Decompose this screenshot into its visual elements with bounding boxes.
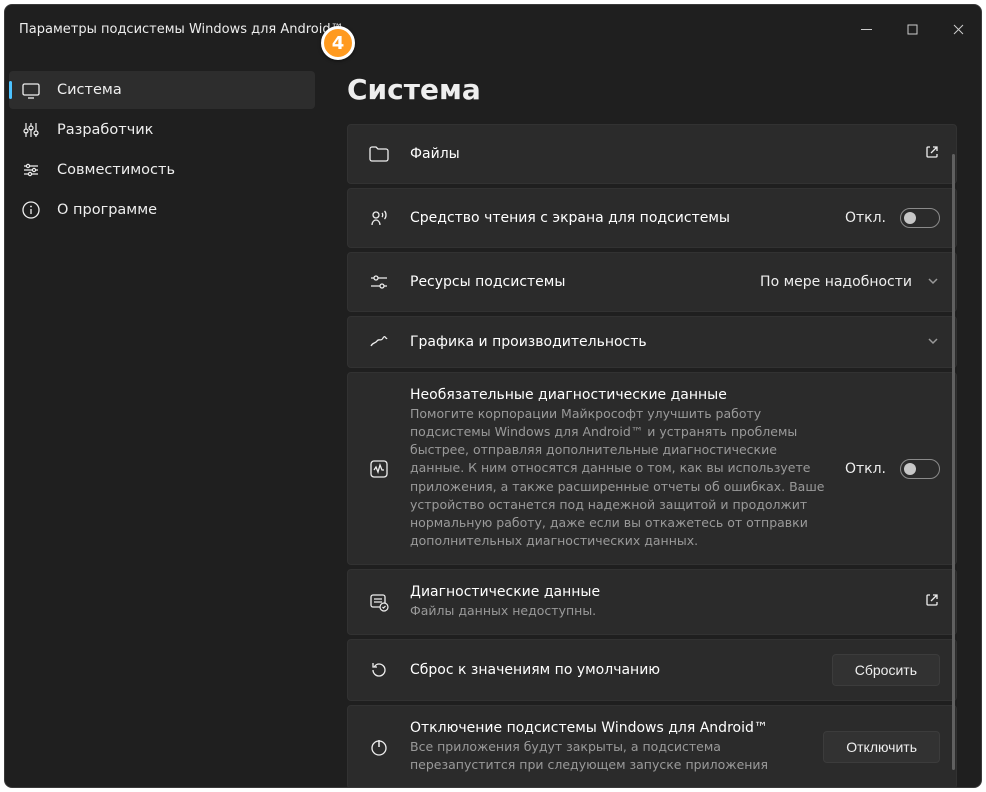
diagnostic-data-icon — [368, 591, 390, 613]
maximize-icon — [907, 24, 918, 35]
open-external-icon — [924, 592, 940, 612]
sidebar-item-label: Совместимость — [57, 162, 175, 178]
open-external-icon — [924, 144, 940, 164]
chevron-down-icon — [926, 273, 940, 292]
card-desc-label: Все приложения будут закрыты, а подсисте… — [410, 738, 790, 774]
sidebar-item-label: О программе — [57, 202, 157, 218]
card-files[interactable]: Файлы — [347, 124, 957, 184]
sidebar-item-developer[interactable]: Разработчик — [9, 111, 315, 149]
card-resources[interactable]: Ресурсы подсистемы По мере надобности — [347, 252, 957, 312]
sidebar-item-label: Система — [57, 82, 122, 98]
sidebar-item-about[interactable]: О программе — [9, 191, 315, 229]
body: Система Разработчик Совместимость О прог… — [5, 53, 981, 787]
card-title-label: Диагностические данные — [410, 584, 904, 600]
page-title: Система — [319, 53, 975, 124]
sidebar-item-compatibility[interactable]: Совместимость — [9, 151, 315, 189]
card-title-label: Файлы — [410, 146, 904, 162]
scrollbar[interactable] — [952, 154, 955, 770]
tools-icon — [21, 120, 41, 140]
chevron-down-icon — [926, 333, 940, 352]
card-optional-diagnostics[interactable]: Необязательные диагностические данные По… — [347, 372, 957, 565]
narrator-icon — [368, 207, 390, 229]
card-title-label: Ресурсы подсистемы — [410, 274, 740, 290]
main: Система Файлы — [319, 53, 981, 787]
window-title: Параметры подсистемы Windows для Android… — [19, 22, 344, 37]
card-reset: Сброс к значениям по умолчанию Сбросить — [347, 639, 957, 701]
toggle-status: Откл. — [845, 210, 886, 226]
sidebar: Система Разработчик Совместимость О прог… — [5, 53, 319, 787]
app-window: Параметры подсистемы Windows для Android… — [4, 4, 982, 788]
card-desc-label: Помогите корпорации Майкрософт улучшить … — [410, 405, 825, 550]
card-shutdown: Отключение подсистемы Windows для Androi… — [347, 705, 957, 787]
info-icon — [21, 200, 41, 220]
close-icon — [953, 24, 964, 35]
maximize-button[interactable] — [889, 5, 935, 53]
display-icon — [21, 80, 41, 100]
folder-icon — [368, 143, 390, 165]
card-title-label: Необязательные диагностические данные — [410, 387, 825, 403]
card-title-label: Средство чтения с экрана для подсистемы — [410, 210, 825, 226]
card-diagnostic-data[interactable]: Диагностические данные Файлы данных недо… — [347, 569, 957, 635]
sidebar-item-label: Разработчик — [57, 122, 153, 138]
minimize-icon — [861, 24, 872, 35]
card-screen-reader[interactable]: Средство чтения с экрана для подсистемы … — [347, 188, 957, 248]
resources-value: По мере надобности — [760, 274, 912, 290]
annotation-badge: 4 — [321, 26, 355, 60]
reset-icon — [368, 659, 390, 681]
sidebar-item-system[interactable]: Система — [9, 71, 315, 109]
toggle-status: Откл. — [845, 461, 886, 477]
titlebar: Параметры подсистемы Windows для Android… — [5, 5, 981, 53]
card-graphics[interactable]: Графика и производительность — [347, 316, 957, 368]
sliders-icon — [21, 160, 41, 180]
content: Файлы Средство чтения с экрана для подси… — [319, 124, 975, 787]
performance-icon — [368, 331, 390, 353]
shutdown-button[interactable]: Отключить — [823, 731, 940, 763]
minimize-button[interactable] — [843, 5, 889, 53]
resources-icon — [368, 271, 390, 293]
reset-button[interactable]: Сбросить — [832, 654, 940, 686]
window-controls — [843, 5, 981, 53]
card-title-label: Графика и производительность — [410, 334, 906, 350]
optional-diagnostics-toggle[interactable] — [900, 459, 940, 479]
power-icon — [368, 736, 390, 758]
screen-reader-toggle[interactable] — [900, 208, 940, 228]
card-title-label: Отключение подсистемы Windows для Androi… — [410, 720, 803, 736]
diagnostics-icon — [368, 458, 390, 480]
card-title-label: Сброс к значениям по умолчанию — [410, 662, 812, 678]
close-button[interactable] — [935, 5, 981, 53]
card-desc-label: Файлы данных недоступны. — [410, 602, 904, 620]
